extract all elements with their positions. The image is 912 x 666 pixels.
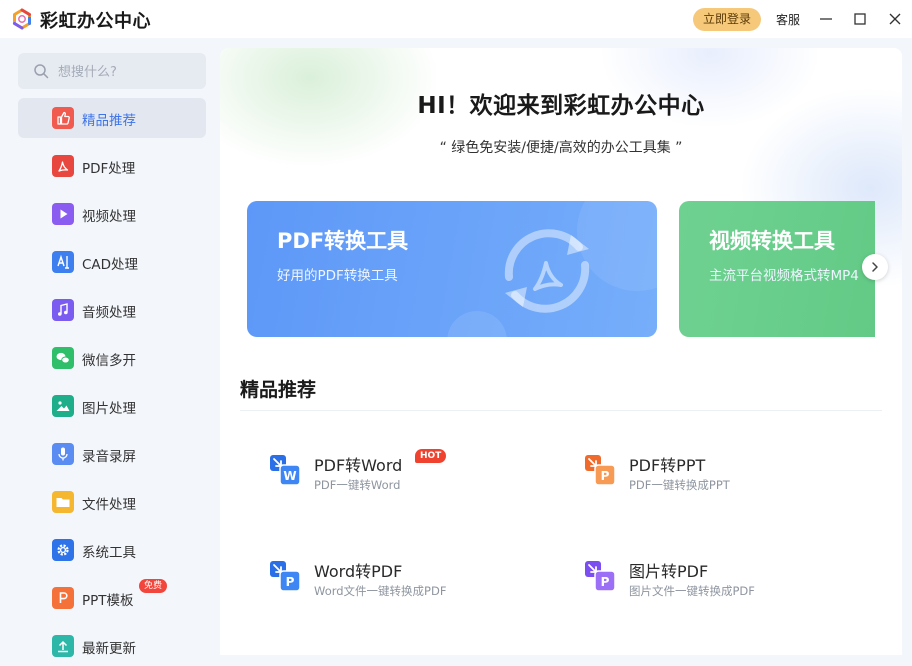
play-icon [52,203,74,225]
gear-icon [52,539,74,561]
tool-name: PDF转PPT [629,456,706,475]
svg-text:P: P [286,575,295,589]
svg-text:P: P [601,469,610,483]
sidebar-item-label: 音频处理 [82,305,136,321]
sidebar-item-label: 精品推荐 [82,113,136,129]
sidebar-item-file[interactable]: 文件处理 [18,482,206,522]
pdf-to-ppt-icon: P [585,455,616,486]
hot-badge: HOT [415,449,447,463]
banner-video-converter[interactable]: 视频转换工具 主流平台视频格式转MP4 [679,201,875,337]
minimize-icon[interactable] [816,9,836,29]
sidebar-item-label: 微信多开 [82,353,136,369]
sidebar-item-pdf[interactable]: PDF处理 [18,146,206,186]
tool-name: 图片转PDF [629,562,709,581]
sidebar-item-wechat[interactable]: 微信多开 [18,338,206,378]
sidebar-item-label: CAD处理 [82,257,139,273]
tool-image-to-pdf[interactable]: P 图片转PDF 图片文件一键转换成PDF [584,554,844,610]
sidebar-item-label: PPT模板 [82,593,134,609]
wechat-icon [52,347,74,369]
microphone-icon [52,443,74,465]
sidebar-item-featured[interactable]: 精品推荐 [18,98,206,138]
tool-description: PDF一键转换成PPT [629,478,730,492]
cad-icon [52,251,74,273]
sidebar-item-label: 录音录屏 [82,449,136,465]
sidebar-item-system[interactable]: 系统工具 [18,530,206,570]
pdf-to-word-icon: W [270,455,301,486]
image-to-pdf-icon: P [585,561,616,592]
ppt-icon [52,587,74,609]
welcome-heading: HI！欢迎来到彩虹办公中心 [417,93,705,119]
app-logo-icon [13,8,31,30]
tool-word-to-pdf[interactable]: P Word转PDF Word文件一键转换成PDF [269,554,529,610]
customer-service-button[interactable]: 客服 [776,11,800,28]
app-title: 彩虹办公中心 [40,11,151,32]
banner-carousel: PDF转换工具 好用的PDF转换工具 视频转换工具 主流平台视频格式转MP4 [247,201,875,338]
tool-pdf-to-word[interactable]: W PDF转Word HOT PDF一键转Word [269,448,529,504]
free-badge: 免费 [139,579,168,593]
chevron-right-icon [872,262,878,272]
banner-title: 视频转换工具 [709,229,835,253]
sidebar-item-video[interactable]: 视频处理 [18,194,206,234]
tool-description: 图片文件一键转换成PDF [629,584,755,598]
upload-icon [52,635,74,657]
section-divider [240,410,882,411]
sidebar-item-label: 最新更新 [82,641,136,657]
word-to-pdf-icon: P [270,561,301,592]
close-icon[interactable] [885,9,905,29]
main-panel: HI！欢迎来到彩虹办公中心 “ 绿色免安装/便捷/高效的办公工具集 ” PDF转… [220,48,902,655]
search-box[interactable] [18,53,206,89]
tool-name: Word转PDF [314,562,403,581]
pdf-icon [52,155,74,177]
carousel-next-button[interactable] [862,254,888,280]
banner-subtitle: 好用的PDF转换工具 [277,268,398,284]
sidebar-item-label: 视频处理 [82,209,136,225]
sidebar-item-ppt[interactable]: PPT模板 免费 [18,578,206,618]
login-button[interactable]: 立即登录 [693,8,761,31]
svg-text:W: W [283,469,296,483]
folder-icon [52,491,74,513]
sidebar-item-cad[interactable]: CAD处理 [18,242,206,282]
sidebar-item-updates[interactable]: 最新更新 [18,626,206,666]
image-icon [52,395,74,417]
sidebar: 精品推荐 PDF处理 视频处理 CAD处理 音频处理 微信多开 [0,38,220,657]
sidebar-item-label: 图片处理 [82,401,136,417]
sidebar-item-recording[interactable]: 录音录屏 [18,434,206,474]
maximize-icon[interactable] [850,9,870,29]
music-note-icon [52,299,74,321]
search-input[interactable] [56,60,200,84]
title-bar: 彩虹办公中心 立即登录 客服 [0,0,912,38]
thumbs-up-icon [52,107,74,129]
tool-name: PDF转Word [314,456,403,475]
banner-subtitle: 主流平台视频格式转MP4 [709,268,859,284]
banner-pdf-converter[interactable]: PDF转换工具 好用的PDF转换工具 [247,201,657,337]
sidebar-item-label: PDF处理 [82,161,136,177]
tool-pdf-to-ppt[interactable]: P PDF转PPT PDF一键转换成PPT [584,448,844,504]
tool-description: PDF一键转Word [314,478,401,492]
section-title: 精品推荐 [240,379,317,401]
sidebar-item-label: 系统工具 [82,545,136,561]
sidebar-item-image[interactable]: 图片处理 [18,386,206,426]
sidebar-item-label: 文件处理 [82,497,136,513]
search-icon [34,64,49,79]
tool-description: Word文件一键转换成PDF [314,584,447,598]
convert-cycle-icon [504,229,590,313]
banner-title: PDF转换工具 [277,229,409,253]
sidebar-item-audio[interactable]: 音频处理 [18,290,206,330]
tagline: “ 绿色免安装/便捷/高效的办公工具集 ” [439,140,683,156]
svg-text:P: P [601,575,610,589]
